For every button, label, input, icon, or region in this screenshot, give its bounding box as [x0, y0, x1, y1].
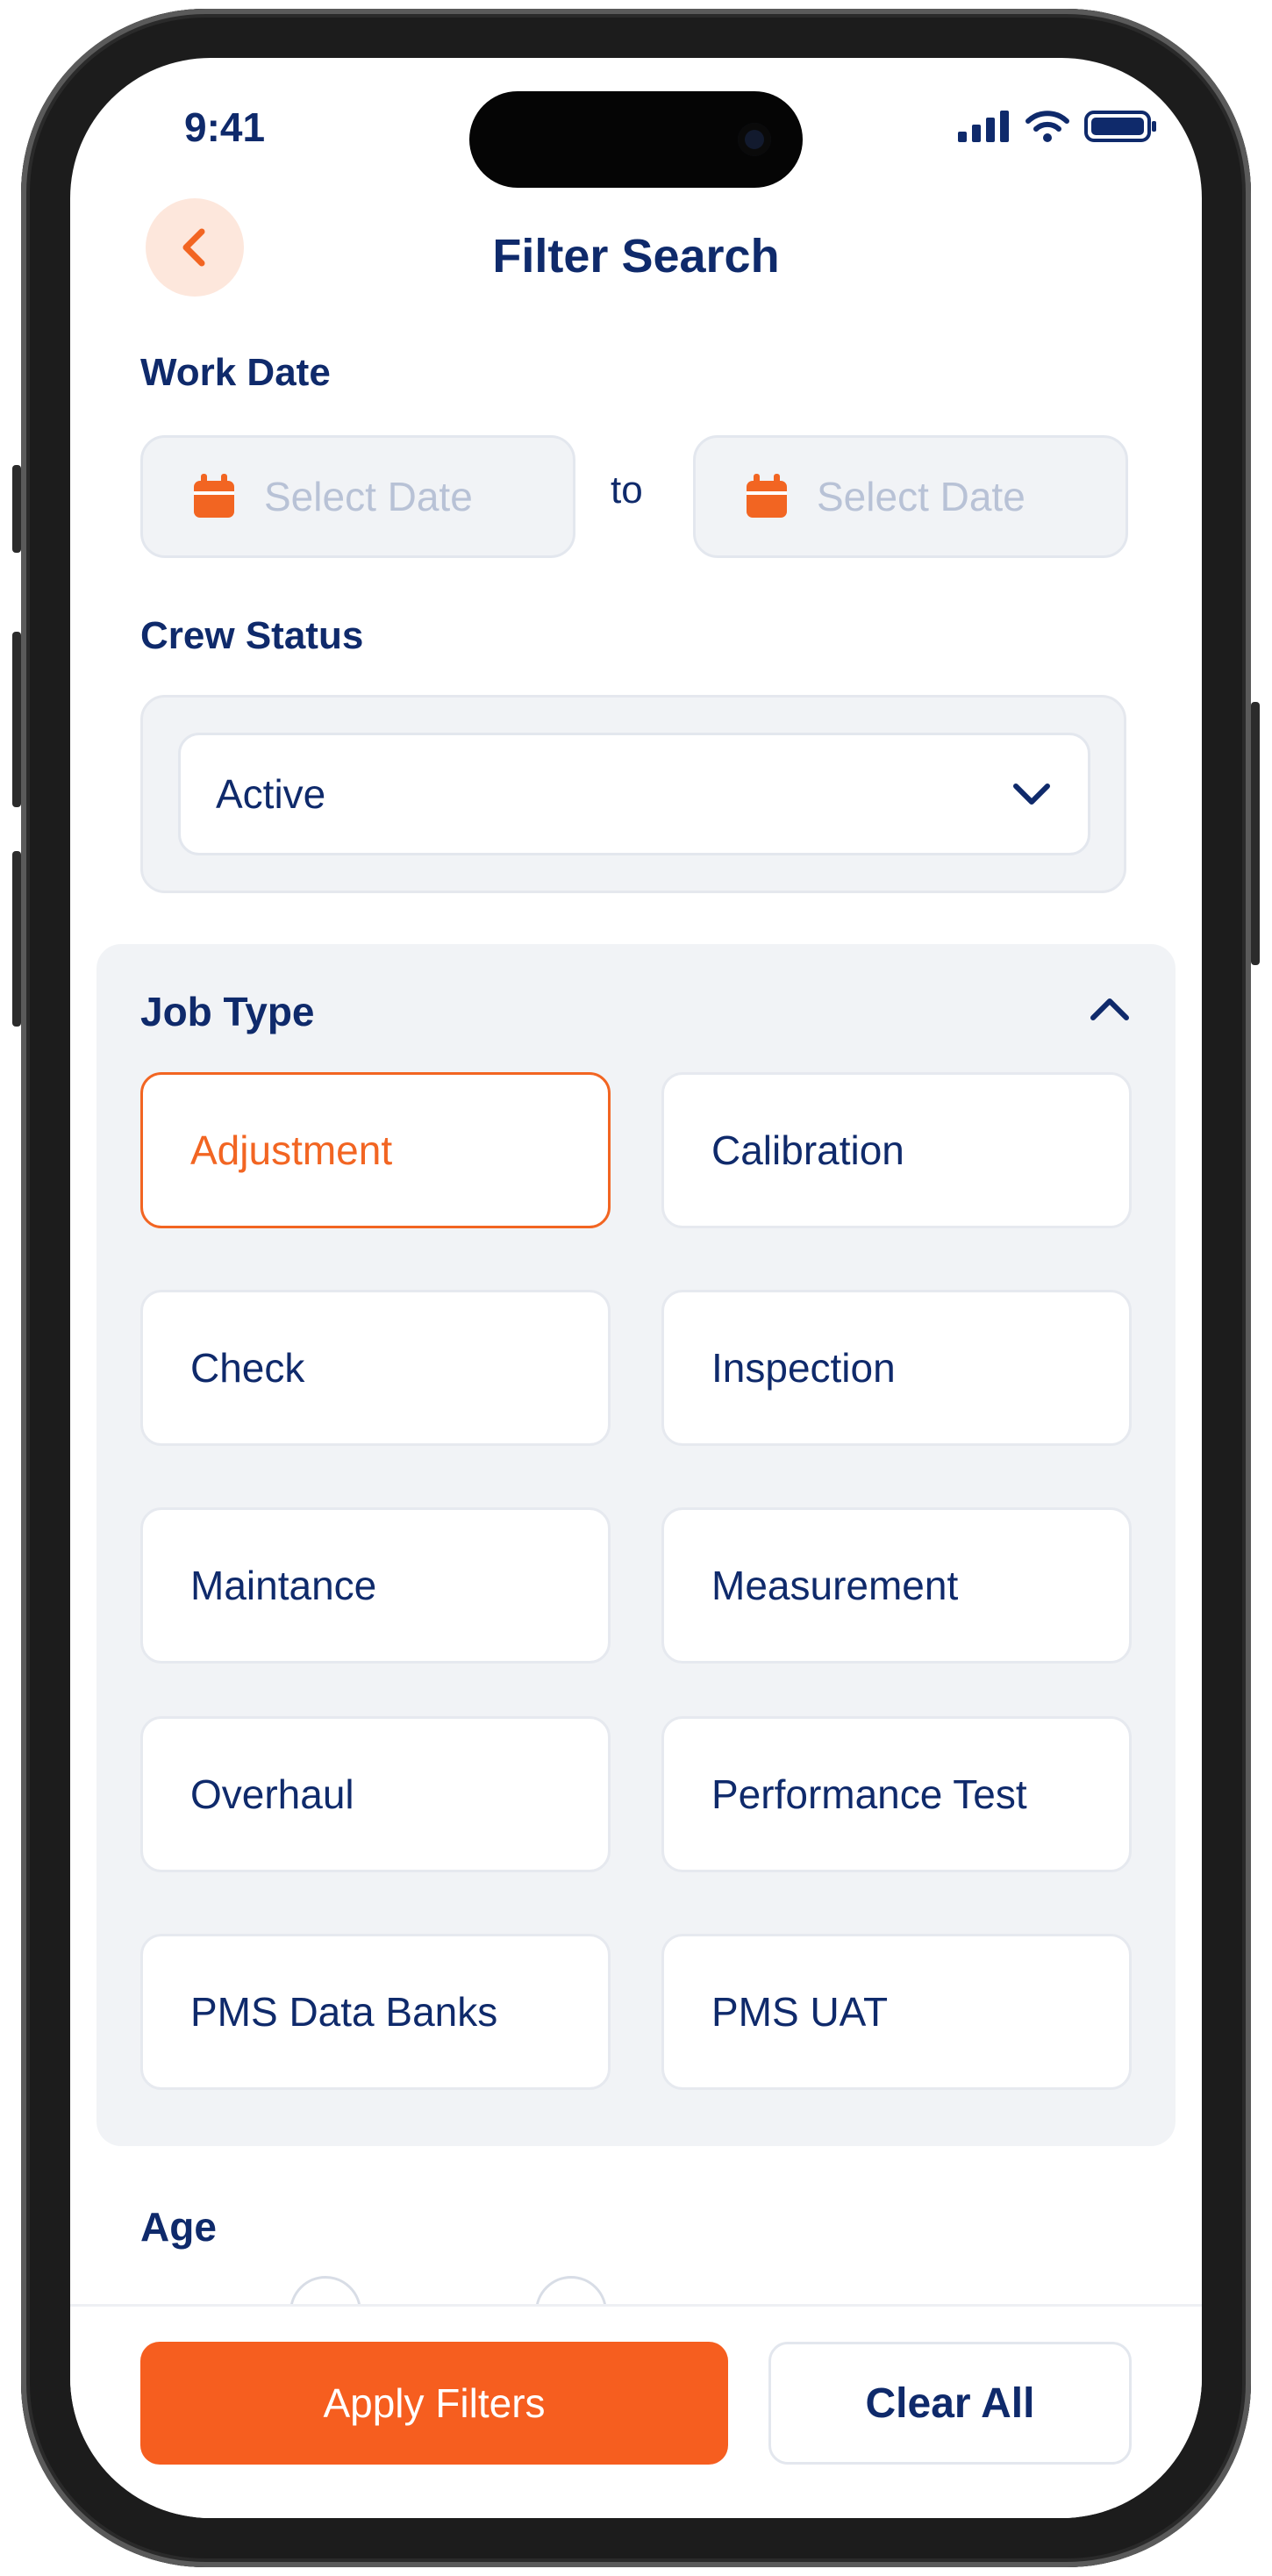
calendar-icon: [747, 474, 787, 518]
job-type-option-performance-test[interactable]: Performance Test: [661, 1716, 1132, 1872]
date-to-field[interactable]: Select Date: [693, 435, 1128, 558]
page-title: Filter Search: [492, 230, 780, 283]
date-range-separator: to: [611, 469, 643, 512]
job-type-option-inspection[interactable]: Inspection: [661, 1290, 1132, 1446]
chevron-down-icon: [1013, 784, 1050, 805]
side-button-power: [1251, 702, 1260, 965]
calendar-icon: [194, 474, 234, 518]
crew-status-select[interactable]: Active: [178, 733, 1090, 855]
job-type-panel: Job Type Adjustment Calibration Check In…: [96, 944, 1176, 2146]
wifi-icon: [1025, 111, 1069, 142]
screen: 9:41 Filter Search Work Date Select Date…: [70, 58, 1202, 2518]
side-button-volume-up: [12, 632, 21, 807]
date-from-placeholder: Select Date: [264, 474, 473, 519]
camera-icon: [738, 123, 771, 156]
side-button-action: [12, 465, 21, 553]
job-type-option-pms-data-banks[interactable]: PMS Data Banks: [140, 1934, 611, 2090]
crew-status-label: Crew Status: [140, 614, 364, 657]
job-type-option-adjustment[interactable]: Adjustment: [140, 1072, 611, 1228]
job-type-option-pms-uat[interactable]: PMS UAT: [661, 1934, 1132, 2090]
date-to-placeholder: Select Date: [817, 474, 1025, 519]
clear-all-button[interactable]: Clear All: [768, 2342, 1132, 2465]
cellular-signal-icon: [958, 111, 1009, 142]
work-date-label: Work Date: [140, 351, 331, 394]
job-type-option-calibration[interactable]: Calibration: [661, 1072, 1132, 1228]
footer-bar: Apply Filters Clear All: [70, 2304, 1202, 2518]
crew-status-value: Active: [216, 771, 326, 817]
job-type-option-maintance[interactable]: Maintance: [140, 1507, 611, 1664]
crew-status-container: Active: [140, 695, 1126, 893]
job-type-option-overhaul[interactable]: Overhaul: [140, 1716, 611, 1872]
apply-filters-button[interactable]: Apply Filters: [140, 2342, 728, 2465]
battery-icon: [1084, 111, 1156, 142]
chevron-up-icon[interactable]: [1088, 995, 1132, 1023]
job-type-option-check[interactable]: Check: [140, 1290, 611, 1446]
job-type-label: Job Type: [140, 989, 315, 1034]
dynamic-island: [469, 91, 803, 188]
age-label: Age: [140, 2204, 217, 2250]
status-time: 9:41: [184, 104, 266, 150]
date-from-field[interactable]: Select Date: [140, 435, 575, 558]
job-type-option-measurement[interactable]: Measurement: [661, 1507, 1132, 1664]
status-icons: [958, 109, 1158, 144]
side-button-volume-down: [12, 851, 21, 1027]
